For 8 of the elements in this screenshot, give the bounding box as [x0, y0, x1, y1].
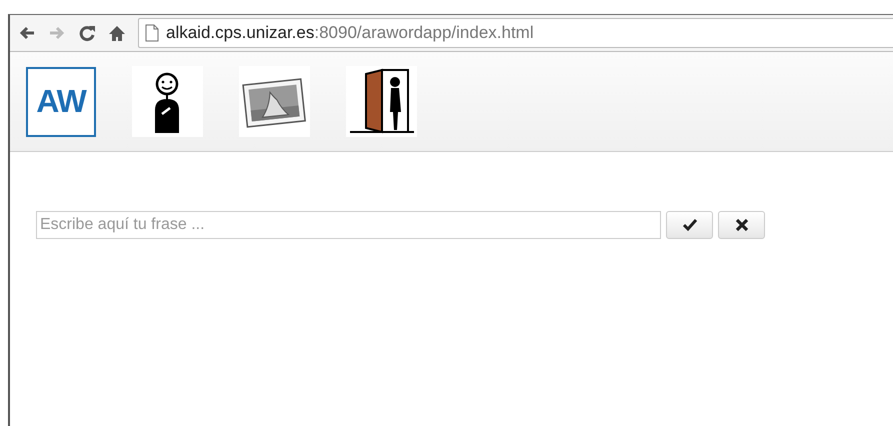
close-icon: [734, 218, 748, 232]
clear-button[interactable]: [718, 211, 765, 239]
app-logo[interactable]: AW: [26, 66, 96, 136]
check-icon: [682, 218, 696, 232]
accept-button[interactable]: [666, 211, 713, 239]
phrase-field[interactable]: Escribe aquí tu frase ...: [36, 211, 661, 239]
page-icon: [145, 24, 159, 42]
address-bar[interactable]: alkaid.cps.unizar.es:8090/arawordapp/index.html: [138, 18, 893, 48]
